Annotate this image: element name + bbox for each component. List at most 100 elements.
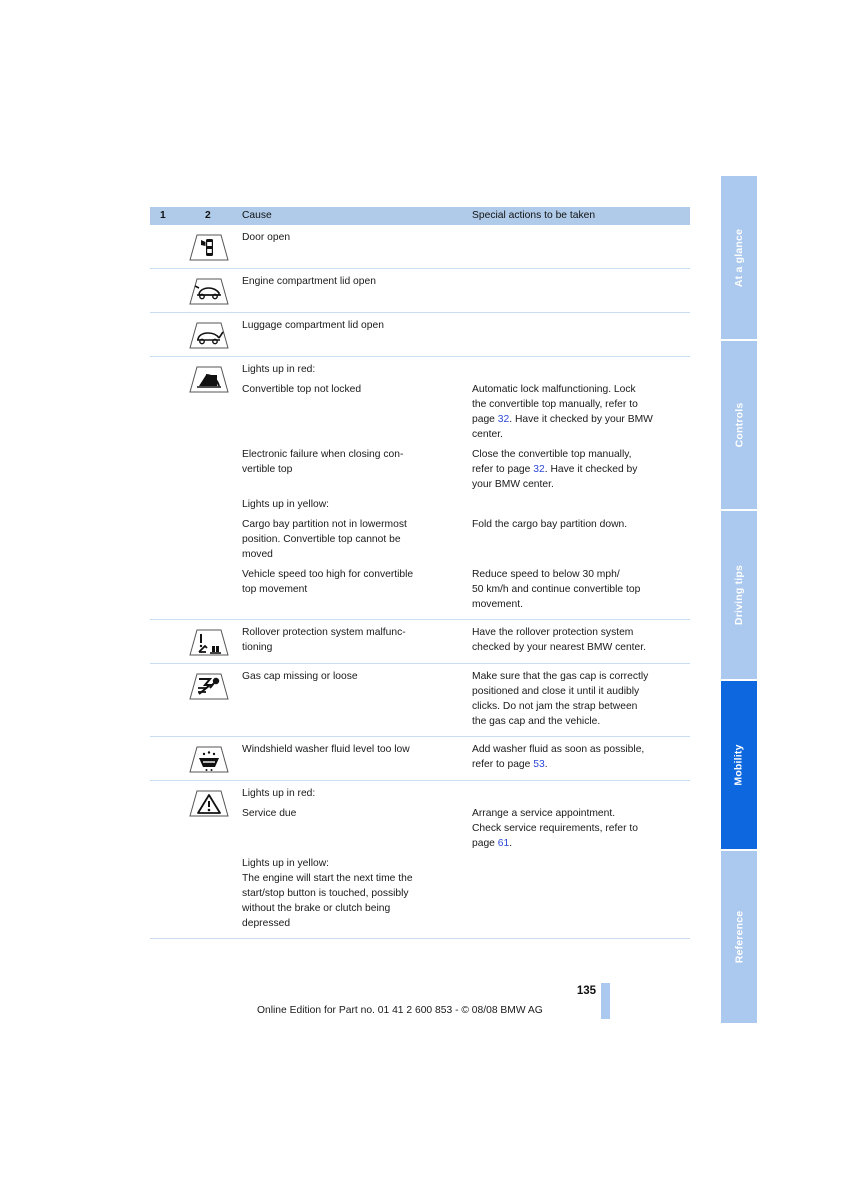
action-block: Fold the cargo bay partition down. <box>472 517 690 532</box>
action-slot: Make sure that the gas cap is correctly p… <box>472 669 690 734</box>
cause-block: Rollover protection system malfunc-tioni… <box>242 625 460 655</box>
cause-block: Windshield washer fluid level too low <box>242 742 460 757</box>
action-cell <box>472 230 690 250</box>
cause-block: Lights up in red: <box>242 362 460 377</box>
cause-line: The engine will start the next time the <box>242 873 413 884</box>
cause-slot: Gas cap missing or loose <box>242 669 460 734</box>
tab-at-a-glance[interactable]: At a glance <box>721 176 757 341</box>
action-line: Make sure that the gas cap is correctly <box>472 671 649 682</box>
cause-slot: Vehicle speed too high for convertible to… <box>242 567 460 617</box>
cause-slot: Door open <box>242 230 460 250</box>
page-reference-link[interactable]: 53 <box>533 759 544 770</box>
page-edge-marker <box>601 983 610 1019</box>
tab-label: At a glance <box>733 228 745 287</box>
cause-line: Luggage compartment lid open <box>242 320 384 331</box>
cause-block: Lights up in yellow: The engine will star… <box>242 856 460 931</box>
cause-slot: Service due <box>242 806 460 856</box>
action-line: 50 km/h and continue convertible top <box>472 584 641 595</box>
cause-block: Electronic failure when closing con-vert… <box>242 447 460 477</box>
tab-reference[interactable]: Reference <box>721 851 757 1023</box>
action-slot: Add washer fluid as soon as possible, ref… <box>472 742 690 777</box>
action-block: Add washer fluid as soon as possible, ref… <box>472 742 690 772</box>
table-row: Engine compartment lid open <box>150 269 690 313</box>
table-header-row: 1 2 Cause Special actions to be taken <box>150 207 690 225</box>
cause-slot: Lights up in red: <box>242 786 460 806</box>
action-line: refer to page 53. <box>472 759 548 770</box>
action-block: Arrange a service appointment. Check serv… <box>472 806 690 851</box>
action-block: Have the rollover protection system check… <box>472 625 690 655</box>
tab-driving-tips[interactable]: Driving tips <box>721 511 757 681</box>
cause-block: Vehicle speed too high for convertible to… <box>242 567 460 597</box>
action-block: Close the convertible top manually, refer… <box>472 447 690 492</box>
cause-cell: Luggage compartment lid open <box>242 318 460 338</box>
action-slot <box>472 274 690 294</box>
cause-block: Service due <box>242 806 460 821</box>
cause-slot: Rollover protection system malfunc-tioni… <box>242 625 460 660</box>
action-block: Make sure that the gas cap is correctly p… <box>472 669 690 729</box>
luggage-compartment-lid-open-indicator-icon <box>186 319 230 353</box>
page-reference-link[interactable]: 61 <box>498 838 509 849</box>
manual-page: 1 2 Cause Special actions to be taken Do… <box>0 0 848 1200</box>
table-row: Lights up in red: Service due Lights up in… <box>150 781 690 939</box>
action-line: Automatic lock malfunctioning. Lock <box>472 384 636 395</box>
action-line: positioned and close it until it audibly <box>472 686 640 697</box>
action-block-empty <box>472 856 690 871</box>
action-line: checked by your nearest BMW center. <box>472 642 646 653</box>
action-line: page 32. Have it checked by your BMW <box>472 414 653 425</box>
cause-slot: Convertible top not locked <box>242 382 460 447</box>
cause-line: position. Convertible top cannot be <box>242 534 401 545</box>
action-cell <box>472 274 690 294</box>
action-slot: Automatic lock malfunctioning. Lock the c… <box>472 382 690 447</box>
cause-line: without the brake or clutch being <box>242 903 391 914</box>
action-cell: Add washer fluid as soon as possible, ref… <box>472 742 690 777</box>
action-slot <box>472 856 690 936</box>
page-number: 135 <box>576 985 596 997</box>
action-line: Close the convertible top manually, <box>472 449 632 460</box>
action-line: your BMW center. <box>472 479 554 490</box>
table-row: Door open <box>150 225 690 269</box>
action-slot: Have the rollover protection system check… <box>472 625 690 660</box>
service-due-warning-icon <box>186 787 230 821</box>
engine-compartment-lid-open-indicator-icon <box>186 275 230 309</box>
tab-controls[interactable]: Controls <box>721 341 757 511</box>
column-header-1: 1 <box>160 210 166 221</box>
table-body: Door open Engine compartment lid open Lugg… <box>150 225 690 939</box>
column-header-actions: Special actions to be taken <box>472 210 596 221</box>
footer-note: Online Edition for Part no. 01 41 2 600 … <box>257 1005 543 1016</box>
tab-mobility[interactable]: Mobility <box>721 681 757 851</box>
action-line: the gas cap and the vehicle. <box>472 716 601 727</box>
action-block-empty <box>472 362 690 377</box>
cause-slot: Lights up in yellow: <box>242 497 460 517</box>
warning-indicators-table: 1 2 Cause Special actions to be taken Do… <box>150 207 690 939</box>
door-open-indicator-icon <box>186 231 230 265</box>
cause-block: Gas cap missing or loose <box>242 669 460 684</box>
tab-label: Controls <box>733 402 746 448</box>
action-slot: Fold the cargo bay partition down. <box>472 517 690 567</box>
page-reference-link[interactable]: 32 <box>498 414 509 425</box>
action-cell: Automatic lock malfunctioning. Lock the c… <box>472 362 690 617</box>
tab-label: Mobility <box>733 744 746 786</box>
action-line: Arrange a service appointment. <box>472 808 616 819</box>
cause-line: Lights up in yellow: <box>242 858 330 869</box>
page-reference-link[interactable]: 32 <box>533 464 544 475</box>
cause-block: Lights up in red: <box>242 786 460 801</box>
action-line: refer to page 32. Have it checked by <box>472 464 638 475</box>
cause-line: tioning <box>242 642 273 653</box>
action-line: center. <box>472 429 503 440</box>
action-slot: Close the convertible top manually, refer… <box>472 447 690 497</box>
tab-label: Reference <box>733 910 746 964</box>
cause-line: Lights up in yellow: <box>242 499 330 510</box>
action-slot <box>472 362 690 382</box>
action-cell: Have the rollover protection system check… <box>472 625 690 660</box>
action-block-empty <box>472 786 690 801</box>
table-row: Luggage compartment lid open <box>150 313 690 357</box>
action-slot: Reduce speed to below 30 mph/50 km/h and… <box>472 567 690 617</box>
tab-label: Driving tips <box>733 564 745 626</box>
cause-block: Engine compartment lid open <box>242 274 460 289</box>
action-line: movement. <box>472 599 523 610</box>
cause-line: top movement <box>242 584 308 595</box>
action-block-empty <box>472 230 690 245</box>
action-line: page 61. <box>472 838 513 849</box>
cause-line: Lights up in red: <box>242 788 316 799</box>
cause-slot: Lights up in red: <box>242 362 460 382</box>
